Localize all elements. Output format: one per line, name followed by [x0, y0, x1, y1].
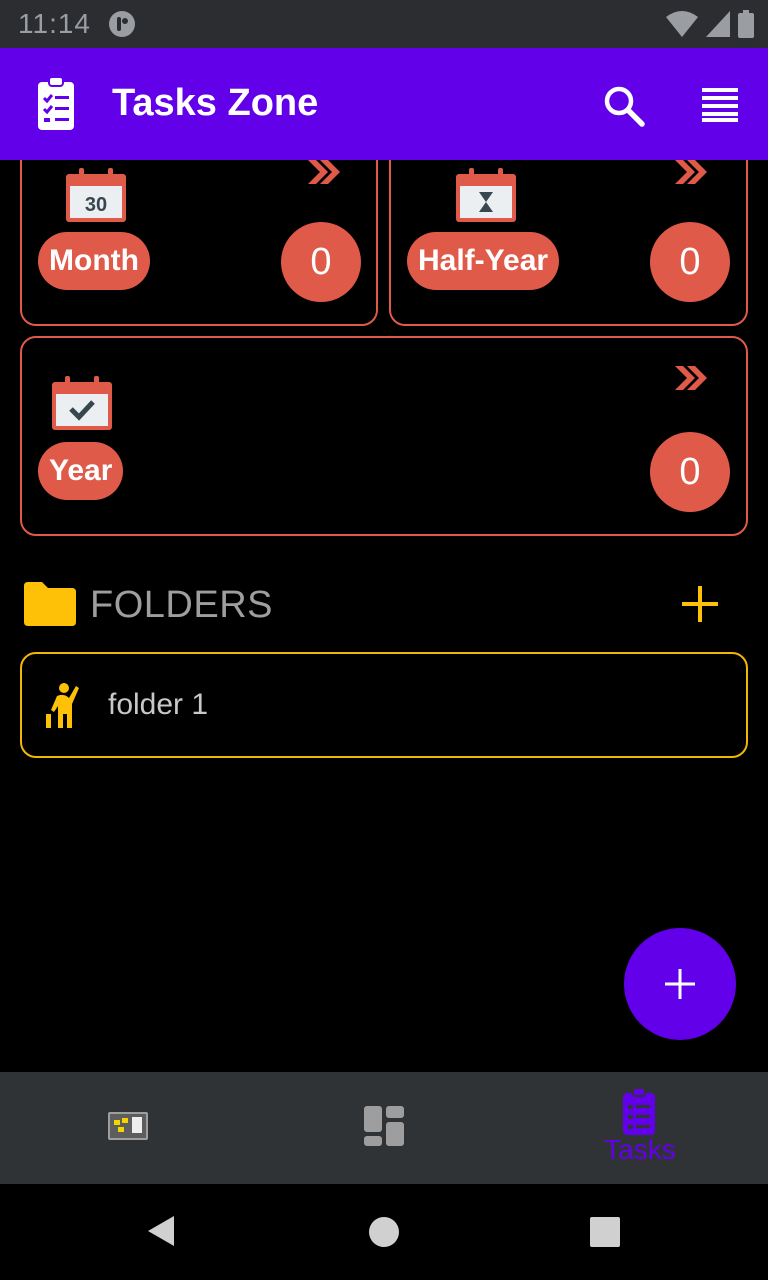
- bottom-navigation: Tasks: [0, 1072, 768, 1184]
- menu-icon[interactable]: [702, 86, 738, 122]
- calendar-check-icon: [52, 376, 112, 430]
- nav-item-dashboard[interactable]: [256, 1072, 512, 1184]
- period-label-month: Month: [38, 232, 150, 290]
- dashboard-icon: [364, 1106, 404, 1146]
- period-label-half-year: Half-Year: [407, 232, 560, 290]
- double-chevron-right-icon: [308, 160, 340, 184]
- folder-list-item[interactable]: folder 1: [20, 652, 748, 758]
- app-bar: Tasks Zone: [0, 48, 768, 160]
- recents-icon[interactable]: [590, 1217, 620, 1247]
- sticky-notes-board-icon: [108, 1112, 148, 1140]
- status-time: 11:14: [18, 8, 91, 39]
- nav-item-tasks[interactable]: Tasks: [512, 1072, 768, 1184]
- person-waving-icon: [46, 683, 79, 728]
- nav-item-notes[interactable]: [0, 1072, 256, 1184]
- nav-label-tasks: Tasks: [604, 1134, 676, 1165]
- add-task-fab[interactable]: [624, 928, 736, 1040]
- wifi-icon: [666, 11, 698, 37]
- battery-icon: [738, 10, 754, 38]
- app-title: Tasks Zone: [112, 82, 319, 124]
- plus-icon: [665, 969, 695, 999]
- notification-icon: [109, 11, 135, 37]
- period-label-year: Year: [38, 442, 124, 500]
- period-card-year[interactable]: Year 0: [20, 336, 748, 536]
- period-count-month: 0: [281, 222, 361, 302]
- clipboard-list-icon: [38, 76, 74, 130]
- folder-icon: [24, 582, 76, 626]
- status-bar: 11:14: [0, 0, 768, 48]
- cell-signal-icon: [706, 11, 730, 37]
- add-folder-icon[interactable]: [680, 584, 720, 624]
- folders-title: FOLDERS: [90, 584, 273, 626]
- back-icon[interactable]: [146, 1214, 176, 1248]
- period-count-year: 0: [650, 432, 730, 512]
- double-chevron-right-icon: [675, 366, 707, 390]
- calendar-hourglass-icon: [456, 168, 516, 222]
- double-chevron-right-icon: [675, 160, 707, 184]
- search-icon[interactable]: [602, 84, 646, 128]
- svg-text:30: 30: [85, 194, 107, 216]
- period-count-half-year: 0: [650, 222, 730, 302]
- system-navigation-bar: [0, 1184, 768, 1280]
- home-icon[interactable]: [368, 1216, 400, 1248]
- calendar-30-icon: 30: [66, 168, 126, 222]
- folder-name: folder 1: [108, 688, 209, 721]
- clipboard-list-icon: [623, 1088, 655, 1135]
